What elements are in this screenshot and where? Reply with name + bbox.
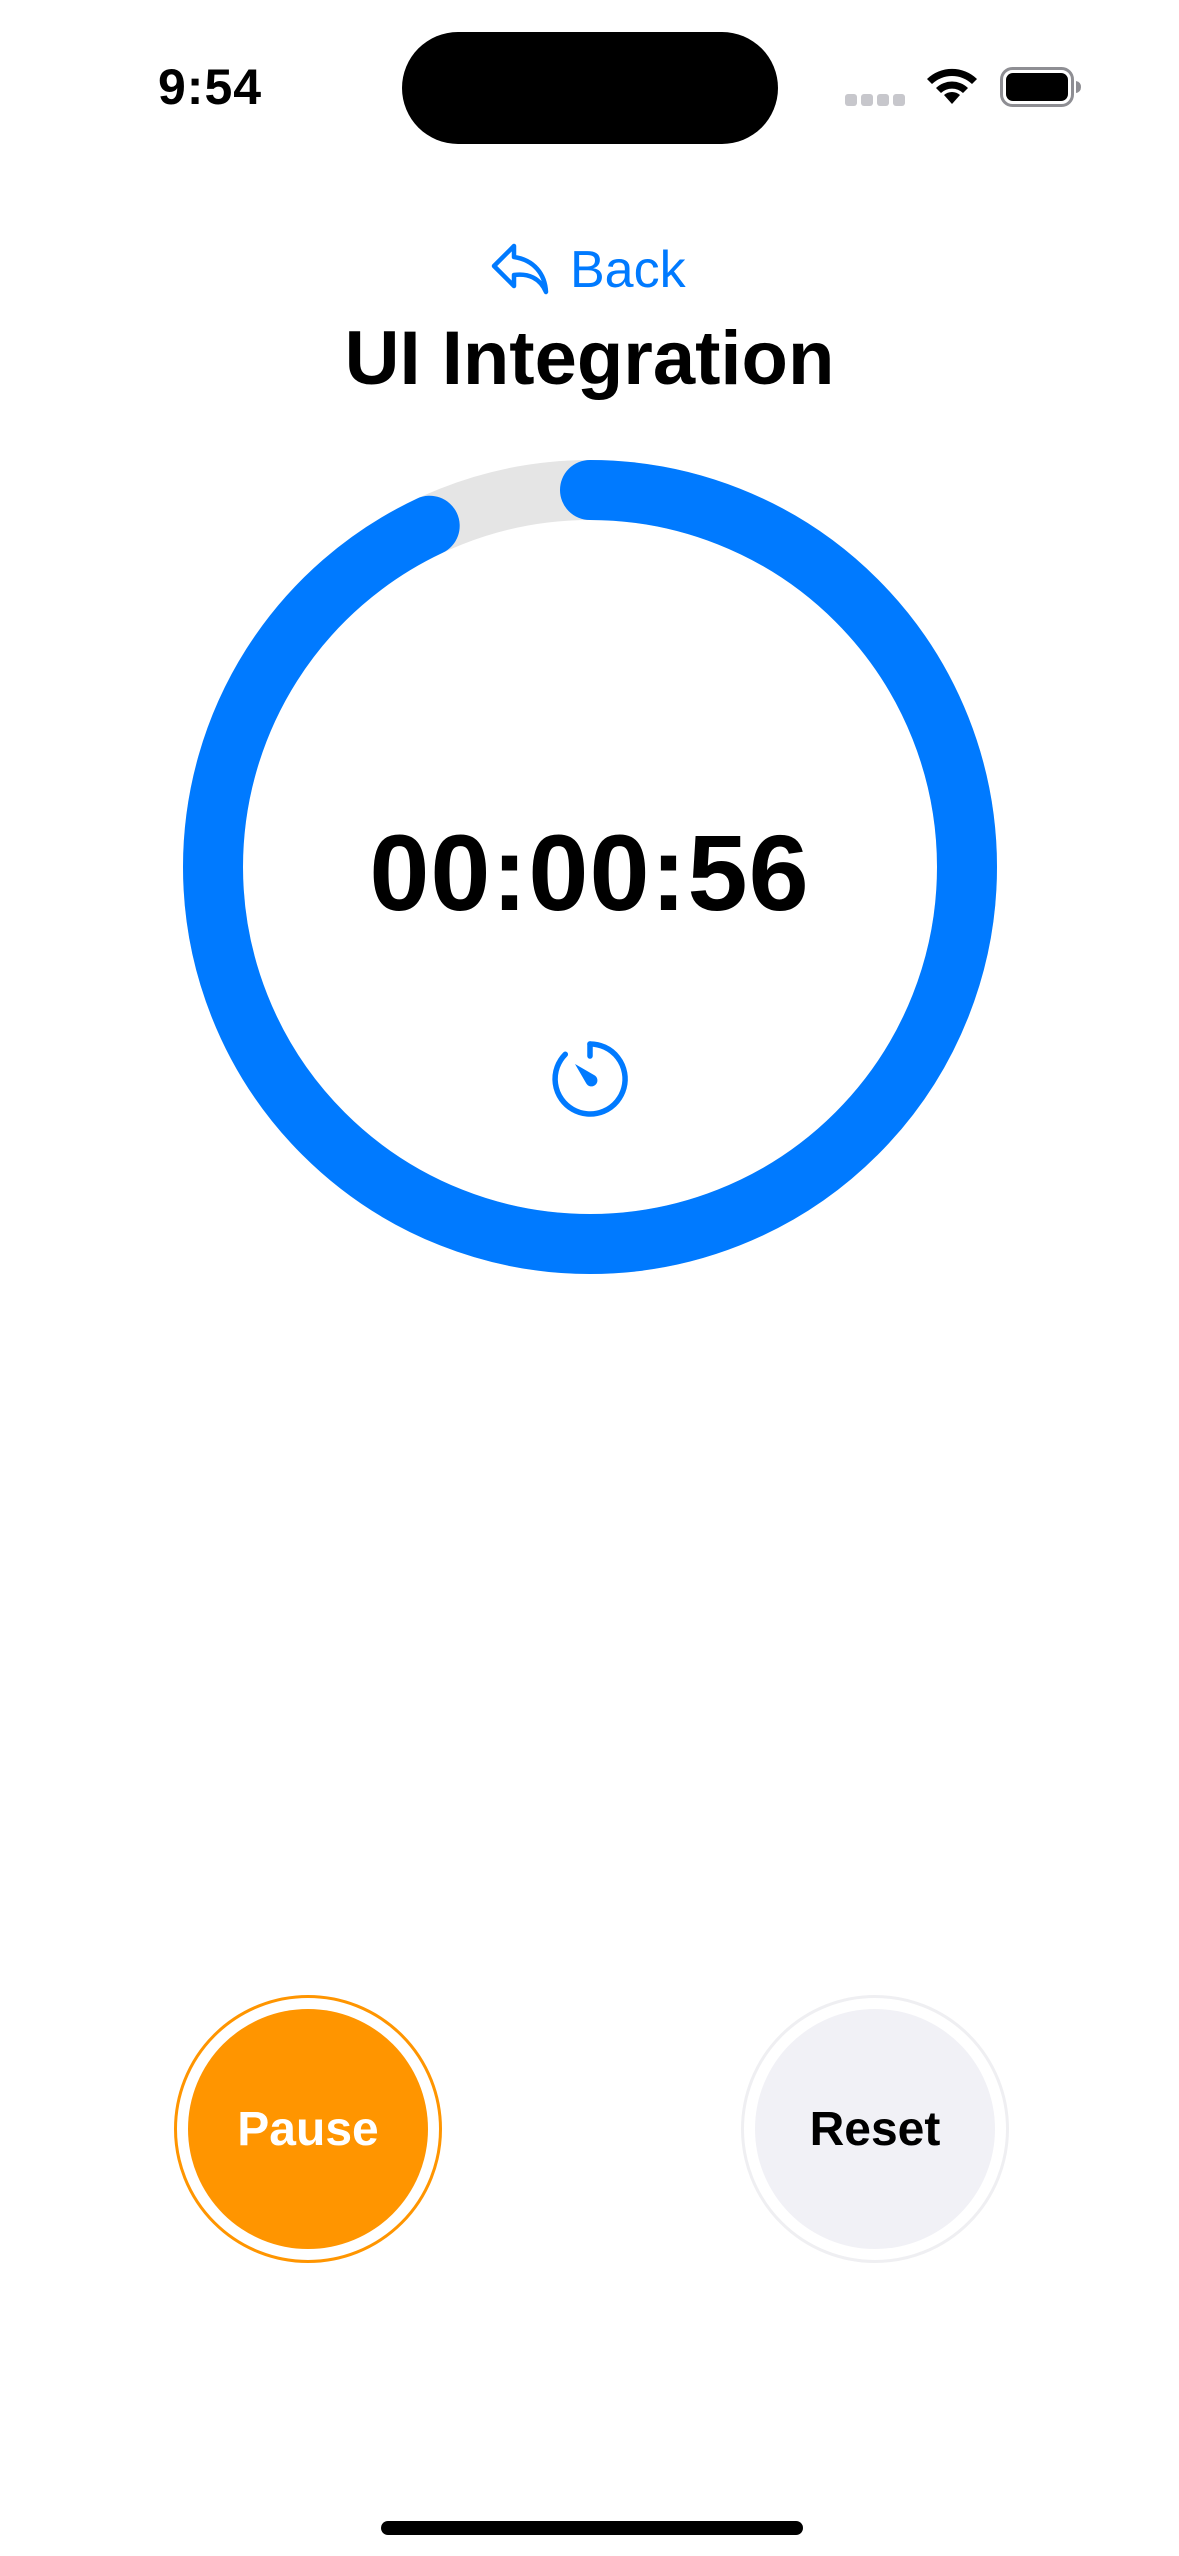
home-indicator[interactable] bbox=[381, 2521, 803, 2535]
elapsed-time: 00:00:56 bbox=[369, 812, 810, 933]
page-title: UI Integration bbox=[344, 316, 835, 401]
back-button[interactable]: Back bbox=[490, 235, 686, 305]
wifi-icon bbox=[927, 68, 977, 104]
cellular-signal-icon bbox=[845, 94, 905, 106]
back-label: Back bbox=[570, 241, 686, 299]
status-time: 9:54 bbox=[158, 59, 263, 115]
reset-button-label: Reset bbox=[755, 2009, 995, 2249]
pause-button[interactable]: Pause bbox=[174, 1995, 442, 2263]
arrowshape-turn-up-left-icon bbox=[491, 243, 549, 295]
pause-button-label: Pause bbox=[188, 2009, 428, 2249]
reset-button[interactable]: Reset bbox=[741, 1995, 1009, 2263]
dynamic-island bbox=[402, 32, 778, 144]
battery-icon bbox=[1000, 67, 1081, 107]
timer-icon bbox=[552, 1041, 628, 1117]
